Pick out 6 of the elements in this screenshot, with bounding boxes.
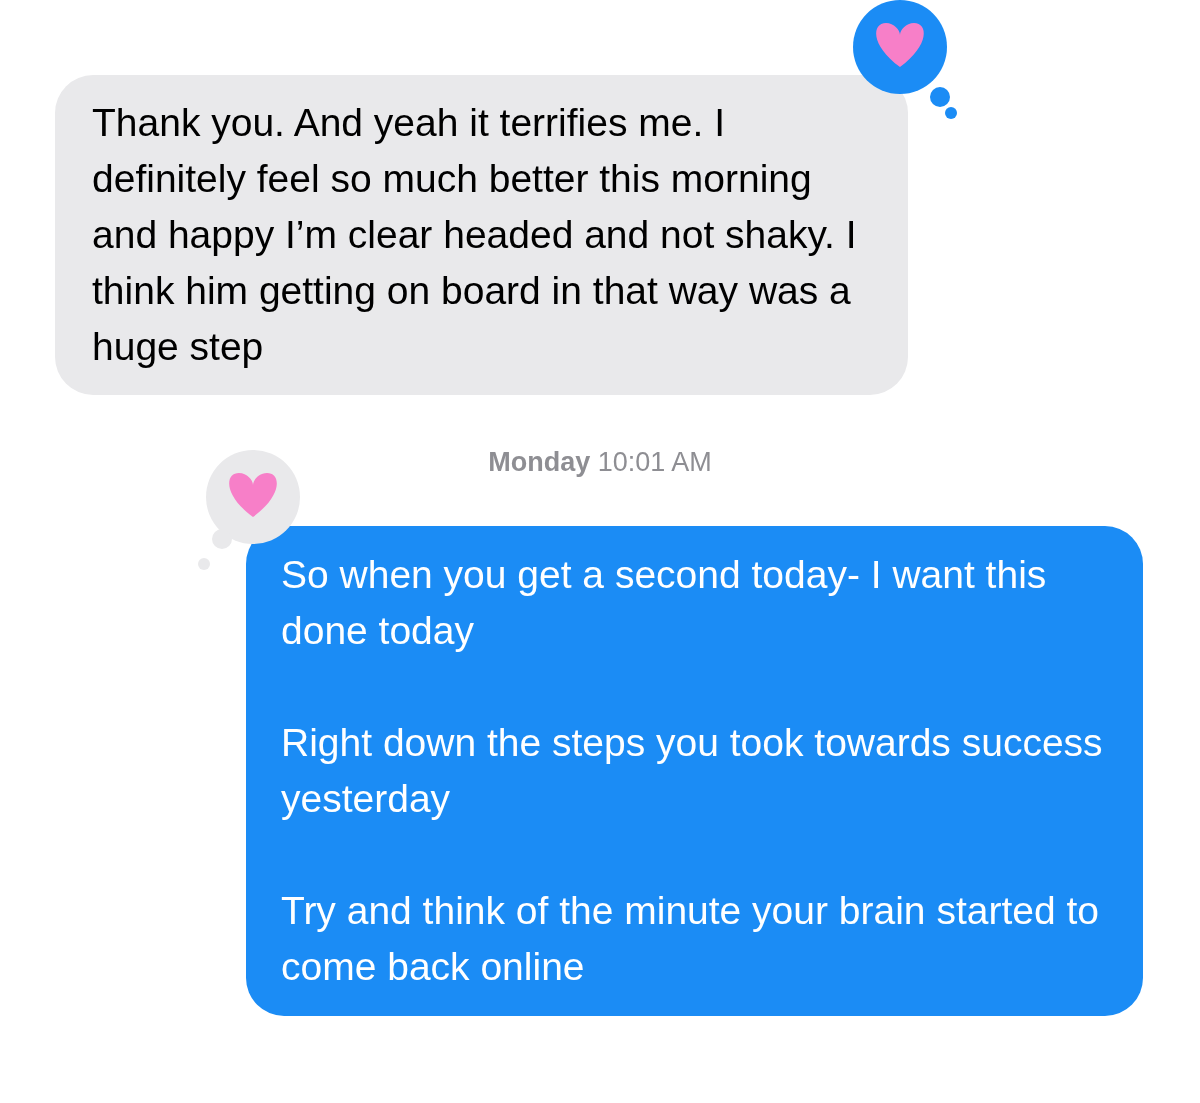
message-text: Right down the steps you took towards success yesterday	[281, 720, 1104, 822]
message-text: Thank you. And yeah it terrifies me. I definitely feel so much better this morning and happy I’m clear headed and not shaky. I think him getting on board in that way was a huge step	[92, 100, 858, 370]
message-text: So when you get a second today- I want this done today	[281, 552, 1048, 654]
timestamp-time: 10:01 AM	[597, 447, 712, 477]
timestamp-day: Monday	[488, 447, 591, 477]
message-text: Try and think of the minute your brain started to come back online	[281, 888, 1100, 990]
